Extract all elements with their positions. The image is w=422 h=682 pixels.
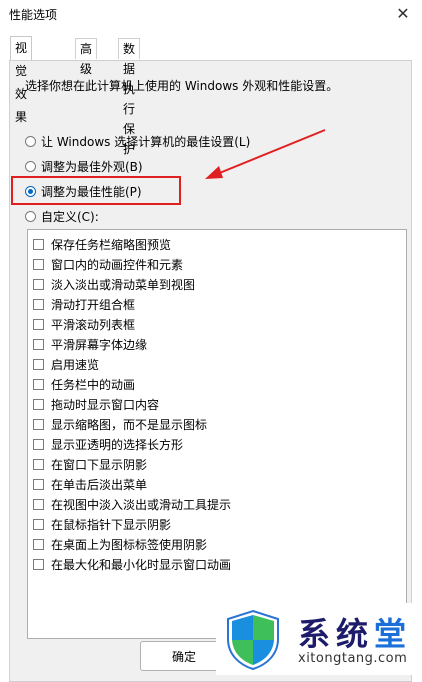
effect-label: 任务栏中的动画: [51, 377, 136, 392]
tab-data-execution-prevention[interactable]: 数据执行保护: [118, 38, 141, 156]
checkbox[interactable]: [33, 418, 44, 430]
window-title: 性能选项: [9, 8, 58, 22]
tab-visual-effects[interactable]: 视觉效果: [10, 36, 33, 124]
checkbox[interactable]: [33, 558, 44, 570]
effect-label: 在视图中淡入淡出或滑动工具提示: [51, 497, 232, 512]
effect-label: 在鼠标指针下显示阴影: [51, 517, 172, 532]
radio-label: 调整为最佳外观(B): [41, 159, 143, 174]
checkbox[interactable]: [33, 438, 44, 450]
effect-item[interactable]: 平滑屏幕字体边缘: [33, 335, 147, 353]
checkbox[interactable]: [33, 278, 44, 290]
effect-label: 滑动打开组合框: [51, 297, 136, 312]
watermark-title-main: 系统: [298, 615, 375, 653]
radio-best-appearance[interactable]: 调整为最佳外观(B): [25, 157, 143, 175]
watermark-title-accent: 堂: [374, 615, 413, 653]
shield-logo-icon: [227, 609, 279, 671]
highlight-annotation-box: [11, 176, 181, 205]
effect-item[interactable]: 在最大化和最小化时显示窗口动画: [33, 555, 231, 573]
effect-label: 平滑屏幕字体边缘: [51, 337, 148, 352]
checkbox[interactable]: [33, 258, 44, 270]
effect-label: 启用速览: [51, 357, 100, 372]
radio-indicator[interactable]: [25, 135, 36, 147]
radio-indicator[interactable]: [25, 210, 36, 222]
effect-label: 平滑滚动列表框: [51, 317, 136, 332]
effect-item[interactable]: 任务栏中的动画: [33, 375, 135, 393]
radio-indicator[interactable]: [25, 160, 36, 172]
close-button[interactable]: ✕: [390, 2, 416, 24]
effect-label: 在单击后淡出菜单: [51, 477, 148, 492]
checkbox[interactable]: [33, 538, 44, 550]
effect-item[interactable]: 在鼠标指针下显示阴影: [33, 515, 171, 533]
watermark-logo: 系统堂 xitongtang.com: [216, 603, 422, 675]
effect-item[interactable]: 拖动时显示窗口内容: [33, 395, 159, 413]
radio-custom[interactable]: 自定义(C):: [25, 207, 99, 225]
effect-label: 在窗口下显示阴影: [51, 457, 148, 472]
description-text: 选择你想在此计算机上使用的 Windows 外观和性能设置。: [25, 79, 339, 93]
ok-button[interactable]: 确定: [140, 641, 228, 671]
checkbox[interactable]: [33, 398, 44, 410]
effect-item[interactable]: 在视图中淡入淡出或滑动工具提示: [33, 495, 231, 513]
checkbox[interactable]: [33, 358, 44, 370]
effect-item[interactable]: 在窗口下显示阴影: [33, 455, 147, 473]
checkbox[interactable]: [33, 518, 44, 530]
effect-label: 显示亚透明的选择长方形: [51, 437, 184, 452]
checkbox[interactable]: [33, 318, 44, 330]
effect-item[interactable]: 淡入淡出或滑动菜单到视图: [33, 275, 195, 293]
checkbox[interactable]: [33, 458, 44, 470]
checkbox[interactable]: [33, 378, 44, 390]
effect-label: 窗口内的动画控件和元素: [51, 257, 184, 272]
tab-advanced[interactable]: 高级: [75, 38, 98, 76]
checkbox[interactable]: [33, 238, 44, 250]
effect-label: 在桌面上为图标标签使用阴影: [51, 537, 208, 552]
effect-item[interactable]: 窗口内的动画控件和元素: [33, 255, 183, 273]
watermark-title: 系统堂: [298, 609, 412, 655]
effect-label: 保存任务栏缩略图预览: [51, 237, 172, 252]
effect-item[interactable]: 平滑滚动列表框: [33, 315, 135, 333]
checkbox[interactable]: [33, 478, 44, 490]
checkbox[interactable]: [33, 498, 44, 510]
effect-label: 在最大化和最小化时显示窗口动画: [51, 557, 232, 572]
effect-label: 淡入淡出或滑动菜单到视图: [51, 277, 196, 292]
effect-label: 拖动时显示窗口内容: [51, 397, 160, 412]
effect-item[interactable]: 显示亚透明的选择长方形: [33, 435, 183, 453]
effect-item[interactable]: 滑动打开组合框: [33, 295, 135, 313]
checkbox[interactable]: [33, 338, 44, 350]
effect-item[interactable]: 在桌面上为图标标签使用阴影: [33, 535, 207, 553]
effect-item[interactable]: 保存任务栏缩略图预览: [33, 235, 171, 253]
watermark-url: xitongtang.com: [298, 651, 408, 666]
effect-item[interactable]: 显示缩略图，而不是显示图标: [33, 415, 207, 433]
effect-label: 显示缩略图，而不是显示图标: [51, 417, 208, 432]
annotation-arrow-icon: [205, 129, 326, 179]
checkbox[interactable]: [33, 298, 44, 310]
effects-list[interactable]: 保存任务栏缩略图预览 窗口内的动画控件和元素 淡入淡出或滑动菜单到视图 滑动打开…: [27, 229, 407, 639]
effect-item[interactable]: 在单击后淡出菜单: [33, 475, 147, 493]
effect-item[interactable]: 启用速览: [33, 355, 99, 373]
title-bar: 性能选项 ✕: [0, 0, 422, 28]
close-icon: ✕: [396, 3, 410, 23]
radio-label: 自定义(C):: [41, 209, 99, 224]
